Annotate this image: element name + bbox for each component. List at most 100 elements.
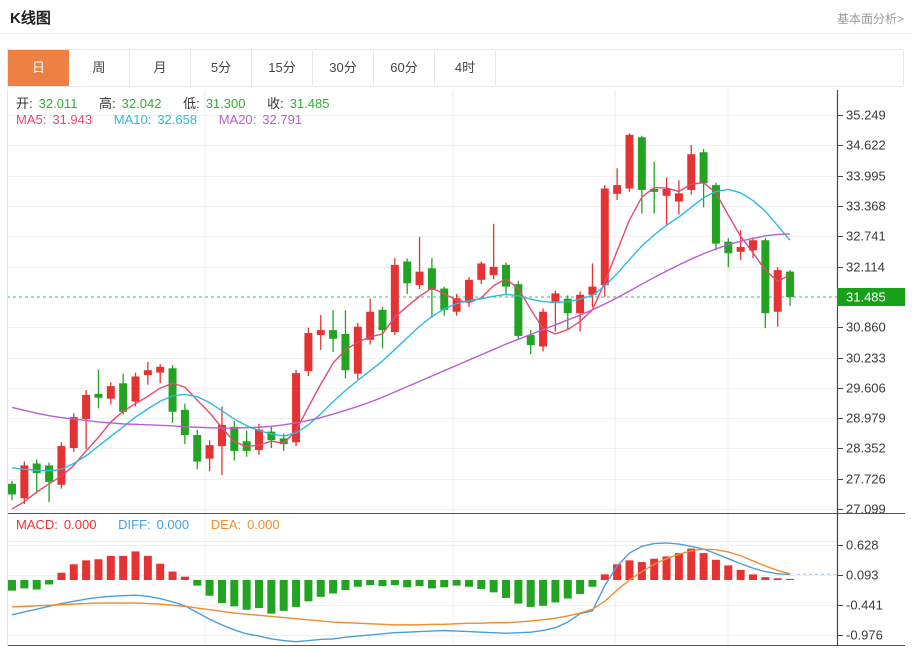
- tab-period-2[interactable]: 月: [130, 50, 191, 86]
- candle-body: [156, 366, 165, 373]
- macd-bar: [650, 558, 659, 580]
- price-tick-label: 32.741: [846, 229, 886, 244]
- candle-body: [131, 376, 140, 402]
- tab-period-5[interactable]: 30分: [313, 50, 374, 86]
- candle-body: [168, 368, 177, 412]
- candle-body: [180, 409, 189, 435]
- candle-body: [69, 417, 78, 449]
- tab-period-1[interactable]: 周: [69, 50, 130, 86]
- candle-body: [440, 288, 449, 310]
- price-tick-label: 35.249: [846, 108, 886, 123]
- macd-bar: [427, 580, 436, 589]
- candle-body: [32, 463, 41, 474]
- tab-period-6[interactable]: 60分: [374, 50, 435, 86]
- macd-bar: [168, 571, 177, 580]
- low-value: 31.300: [205, 96, 246, 111]
- candle-body: [489, 266, 498, 276]
- macd-bar: [539, 580, 548, 606]
- tab-period-0[interactable]: 日: [8, 50, 69, 86]
- macd-bar: [304, 580, 313, 602]
- ma10-value: 32.658: [157, 112, 198, 127]
- macd-bar: [242, 580, 251, 610]
- kline-page: K线图 基本面分析> 日周月 5分 15分 30分 60分 4时 开: 32.011 高: 3…: [0, 0, 912, 649]
- macd-bar: [255, 580, 263, 609]
- candle-body: [329, 330, 338, 339]
- diff-value: 0.000: [156, 517, 190, 532]
- macd-bar: [674, 553, 683, 580]
- macd-bar: [576, 580, 585, 595]
- price-tick-label: 29.606: [846, 381, 886, 396]
- macd-bar: [8, 580, 16, 591]
- ma20-line: [11, 233, 791, 429]
- macd-bar: [551, 580, 560, 603]
- candle-body: [82, 394, 91, 420]
- macd-bar: [57, 572, 66, 580]
- candle-body: [477, 263, 486, 280]
- macd-bar: [131, 551, 140, 580]
- candle-body: [94, 393, 103, 398]
- tab-period-7[interactable]: 4时: [435, 50, 496, 86]
- open-value: 32.011: [38, 96, 78, 111]
- macd-bar: [193, 580, 202, 586]
- candle-body: [353, 326, 362, 374]
- macd-bar: [489, 580, 498, 593]
- close-value: 31.485: [289, 96, 330, 111]
- candle-body: [637, 137, 646, 190]
- macd-tick-label: -0.976: [846, 628, 883, 643]
- candle-body: [736, 246, 745, 252]
- dea-value: 0.000: [247, 517, 280, 532]
- candle-body: [674, 193, 683, 202]
- candle-body: [57, 446, 66, 485]
- candle-body: [106, 386, 115, 399]
- candle-body: [415, 271, 424, 286]
- macd-bar: [292, 580, 301, 607]
- macd-bar: [415, 580, 424, 587]
- candle-body: [143, 370, 152, 376]
- tab-period-3[interactable]: 5分: [191, 50, 252, 86]
- diff-label: DIFF:: [118, 517, 151, 532]
- macd-bar: [749, 574, 757, 580]
- macd-bar: [180, 576, 189, 580]
- macd-bar: [205, 580, 214, 596]
- price-tick-label: 30.860: [846, 320, 886, 335]
- macd-bar: [329, 580, 338, 594]
- ma-legend: MA5: 31.943 MA10: 32.658 MA20: 32.791: [16, 112, 308, 127]
- ma20-label: MA20:: [218, 112, 257, 127]
- ma10-label: MA10:: [113, 112, 152, 127]
- macd-bar: [279, 580, 288, 611]
- candle-body: [464, 279, 473, 303]
- kline-chart-canvas[interactable]: 35.249 34.622 33.995 33.368 32.741 32.114 30.8…: [7, 90, 905, 647]
- macd-bar: [687, 548, 696, 580]
- macd-bar: [94, 559, 103, 580]
- candle-body: [316, 330, 325, 335]
- header-divider: [0, 33, 912, 34]
- macd-bar: [119, 555, 128, 580]
- ma5-label: MA5:: [16, 112, 47, 127]
- ma5-value: 31.943: [52, 112, 93, 127]
- macd-bar: [502, 580, 510, 598]
- candle-body: [699, 152, 708, 184]
- price-tick-label: 27.726: [846, 472, 886, 487]
- tab-period-4[interactable]: 15分: [252, 50, 313, 86]
- macd-bar: [32, 580, 41, 590]
- candle-body: [193, 434, 202, 462]
- macd-label: MACD:: [16, 517, 58, 532]
- candle-body: [45, 465, 54, 482]
- macd-bar: [156, 563, 165, 580]
- macd-bar: [106, 555, 115, 580]
- current-price-text: 31.485: [846, 290, 886, 305]
- macd-bar: [625, 560, 634, 580]
- dea-line: [11, 548, 791, 626]
- high-label: 高:: [99, 96, 116, 111]
- macd-bar: [711, 559, 720, 580]
- macd-tick-label: 0.628: [846, 538, 879, 553]
- price-tick-label: 33.995: [846, 169, 886, 184]
- ohlc-legend: 开: 32.011 高: 32.042 低: 31.300 收: 31.485: [16, 93, 335, 112]
- diff-line: [11, 542, 791, 643]
- macd-bar: [267, 580, 276, 614]
- macd-bar: [316, 580, 325, 597]
- fundamental-analysis-link[interactable]: 基本面分析>: [837, 10, 904, 27]
- macd-bar: [440, 580, 449, 588]
- price-tick-label: 34.622: [846, 138, 886, 153]
- macd-legend: MACD: 0.000 DIFF: 0.000 DEA: 0.000: [16, 517, 286, 532]
